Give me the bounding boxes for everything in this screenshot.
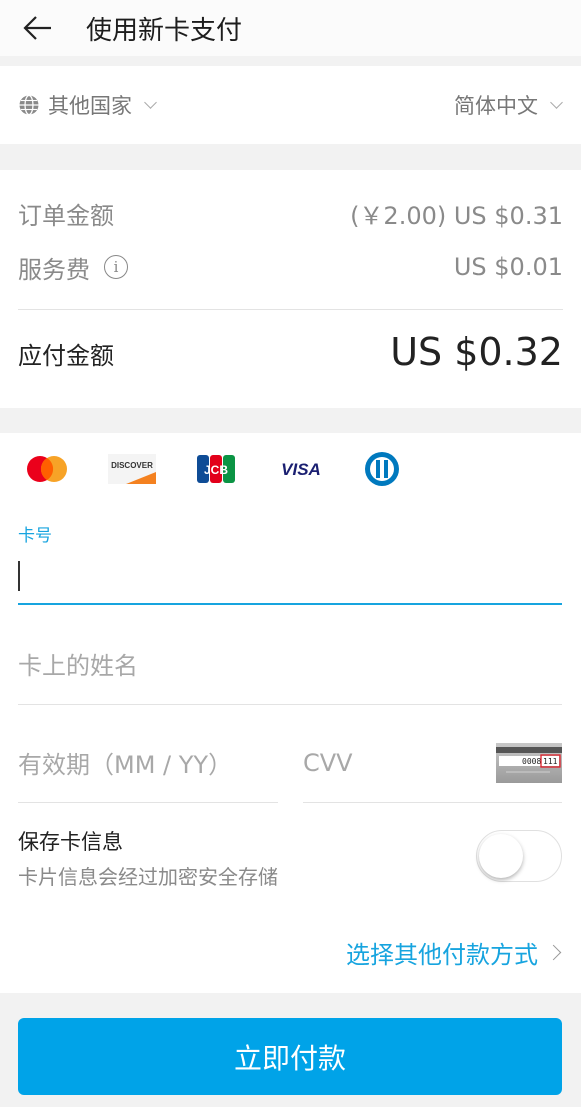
diners-club-logo (364, 452, 404, 486)
visa-logo: VISA (277, 453, 364, 485)
expiry-placeholder: 有效期（MM / YY） (18, 751, 233, 779)
back-button[interactable] (0, 0, 76, 56)
jcb-logo-text: JCB (204, 463, 228, 477)
order-summary: 订单金额 (￥2.00) US $0.31 服务费 i US $0.01 应付金… (0, 170, 581, 408)
cvv-input[interactable]: CVV 0008 111 (303, 723, 562, 803)
arrow-left-icon (23, 16, 51, 40)
card-form: DISCOVER JCB VISA 卡号 卡上的姓名 有效期（MM / YY） … (0, 433, 581, 993)
other-payment-methods-label: 选择其他付款方式 (346, 941, 538, 969)
country-label: 其他国家 (48, 94, 132, 118)
cvv-sample-code: 111 (543, 757, 558, 766)
save-card-toggle[interactable] (476, 830, 562, 882)
info-icon[interactable]: i (104, 255, 128, 279)
total-row: 应付金额 US $0.32 (18, 330, 563, 390)
card-number-label: 卡号 (18, 526, 52, 546)
text-cursor (18, 561, 20, 591)
language-label: 简体中文 (454, 94, 538, 118)
cvv-sample-digits: 0008 (522, 757, 541, 766)
discover-logo: DISCOVER (108, 453, 197, 485)
total-label: 应付金额 (18, 342, 114, 370)
save-card-subtitle: 卡片信息会经过加密安全存储 (18, 865, 278, 889)
locale-bar: 其他国家 简体中文 (0, 66, 581, 144)
service-fee-value: US $0.01 (453, 253, 563, 281)
toggle-knob (479, 834, 523, 878)
chevron-down-icon (144, 95, 157, 109)
top-bar: 使用新卡支付 (0, 0, 581, 56)
cvv-placeholder: CVV (303, 748, 353, 777)
chevron-right-icon (545, 944, 562, 961)
service-fee-row: 服务费 i US $0.01 (18, 252, 563, 284)
visa-logo-text: VISA (281, 460, 321, 479)
total-value: US $0.32 (390, 330, 563, 374)
globe-icon (19, 94, 39, 116)
chevron-down-icon (550, 95, 563, 109)
order-amount-label: 订单金额 (18, 201, 114, 230)
service-fee-label: 服务费 (18, 255, 90, 284)
divider (18, 309, 563, 310)
country-selector[interactable]: 其他国家 (18, 90, 157, 120)
language-selector[interactable]: 简体中文 (454, 90, 563, 120)
expiry-input[interactable]: 有效期（MM / YY） (18, 723, 278, 803)
cvv-hint-card-icon: 0008 111 (496, 742, 562, 783)
mastercard-logo (26, 453, 108, 485)
card-number-input[interactable] (18, 551, 562, 605)
other-payment-methods-link[interactable]: 选择其他付款方式 (346, 935, 562, 970)
pay-now-button[interactable]: 立即付款 (18, 1018, 562, 1095)
page-title: 使用新卡支付 (86, 15, 243, 46)
order-amount-value: (￥2.00) US $0.31 (350, 201, 563, 230)
order-amount-row: 订单金额 (￥2.00) US $0.31 (18, 198, 563, 230)
cardholder-name-input[interactable]: 卡上的姓名 (18, 623, 562, 705)
discover-logo-text: DISCOVER (111, 461, 153, 470)
jcb-logo: JCB (197, 453, 277, 485)
save-card-title: 保存卡信息 (18, 830, 123, 854)
cardholder-name-placeholder: 卡上的姓名 (18, 652, 138, 680)
card-brands: DISCOVER JCB VISA (26, 452, 404, 486)
